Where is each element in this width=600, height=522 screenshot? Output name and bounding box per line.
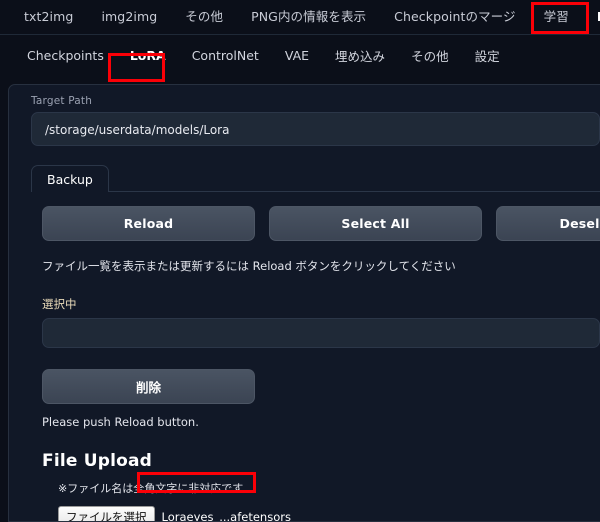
tab-png-info[interactable]: PNG内の情報を表示 [237,0,380,34]
tab-other[interactable]: その他 [171,0,237,34]
tab-backup[interactable]: Backup [31,165,109,192]
reload-hint-text: ファイル一覧を表示または更新するには Reload ボタンをクリックしてください [42,259,456,273]
delete-button[interactable]: 削除 [42,369,255,404]
selected-files-label: 選択中 [42,297,77,311]
tab-img2img[interactable]: img2img [87,0,171,34]
subtab-controlnet[interactable]: ControlNet [179,48,272,63]
subtab-checkpoints[interactable]: Checkpoints [14,48,117,63]
reload-button[interactable]: Reload [42,206,255,241]
backup-group: Backup Reload Select All Deselect All ファ… [31,164,600,522]
subtab-lora[interactable]: LoRA [117,48,179,63]
selected-file-name: Loraeyes_...afetensors [161,510,291,522]
subtab-settings[interactable]: 設定 [462,46,513,65]
tab-train[interactable]: 学習 [530,0,583,34]
file-upload-heading: File Upload [42,451,153,471]
main-tab-bar: txt2img img2img その他 PNG内の情報を表示 Checkpoin… [0,0,600,35]
choose-file-button[interactable]: ファイルを選択 [58,506,155,521]
filer-sub-tab-bar: Checkpoints LoRA ControlNet VAE 埋め込み その他… [0,35,600,76]
file-upload-note: ※ファイル名は全角文字に非対応です [58,482,244,495]
selected-files-input[interactable] [42,318,600,348]
subtab-other[interactable]: その他 [398,46,462,65]
subtab-vae[interactable]: VAE [272,48,322,63]
tab-txt2img[interactable]: txt2img [10,0,87,34]
tab-filer[interactable]: Filer [583,0,600,34]
target-path-input[interactable]: /storage/userdata/models/Lora [31,112,600,146]
filer-panel: Target Path /storage/userdata/models/Lor… [8,84,600,522]
target-path-label: Target Path [31,95,93,107]
deselect-all-button[interactable]: Deselect All [496,206,600,241]
file-input-row: ファイルを選択 Loraeyes_...afetensors [58,506,600,522]
backup-action-buttons: Reload Select All Deselect All [42,206,600,241]
backup-group-body: Reload Select All Deselect All ファイル一覧を表示… [31,191,600,522]
subtab-embedding[interactable]: 埋め込み [322,46,398,65]
status-message: Please push Reload button. [42,415,199,429]
filer-panel-inner: Target Path /storage/userdata/models/Lor… [20,85,600,521]
tab-checkpoint-merge[interactable]: Checkpointのマージ [380,0,529,34]
select-all-button[interactable]: Select All [269,206,482,241]
